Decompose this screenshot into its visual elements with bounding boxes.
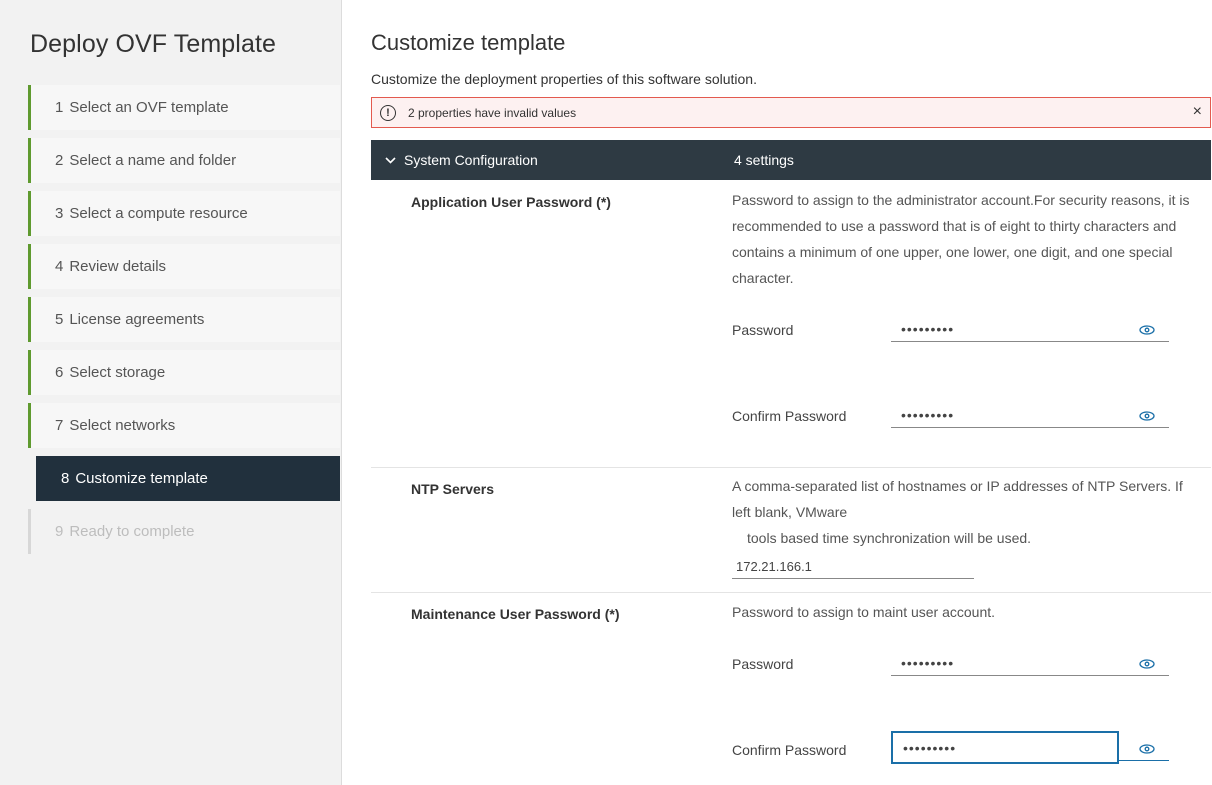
settings-rows: Application User Password (*) Password t… — [371, 180, 1211, 783]
wizard-steps: 1 Select an OVF template 2 Select a name a… — [28, 85, 340, 562]
step-select-compute-resource[interactable]: 3 Select a compute resource — [28, 191, 340, 236]
confirm-password-label: Confirm Password — [732, 408, 847, 424]
step-ready-to-complete: 9 Ready to complete — [28, 509, 340, 554]
focus-underline — [1119, 760, 1169, 761]
alert-text: 2 properties have invalid values — [408, 105, 577, 120]
password-label: Password — [732, 322, 794, 338]
page-subtitle: Customize the deployment properties of t… — [371, 71, 757, 87]
setting-label: Maintenance User Password (*) — [411, 606, 620, 622]
setting-label: NTP Servers — [411, 481, 495, 497]
setting-row-ntp-servers: NTP Servers A comma-separated list of ho… — [371, 468, 1211, 593]
close-icon[interactable]: × — [1193, 103, 1202, 121]
section-settings-count: 4 settings — [734, 152, 794, 168]
eye-icon[interactable] — [1139, 325, 1155, 335]
setting-description: A comma-separated list of hostnames or I… — [732, 478, 1183, 520]
wizard-sidebar: Deploy OVF Template 1 Select an OVF templ… — [0, 0, 342, 785]
section-header-system-configuration[interactable]: System Configuration 4 settings — [371, 140, 1211, 180]
step-license-agreements[interactable]: 5 License agreements — [28, 297, 340, 342]
confirm-password-label: Confirm Password — [732, 742, 847, 758]
maint-confirm-password-input[interactable]: ••••••••• — [891, 731, 1119, 764]
app-confirm-password-input[interactable]: ••••••••• — [891, 402, 1169, 428]
step-select-storage[interactable]: 6 Select storage — [28, 350, 340, 395]
page-title: Customize template — [371, 30, 566, 55]
setting-description: Password to assign to the administrator … — [732, 192, 1190, 286]
section-title: System Configuration — [404, 152, 538, 168]
step-select-name-folder[interactable]: 2 Select a name and folder — [28, 138, 340, 183]
app-password-input[interactable]: ••••••••• — [891, 316, 1169, 342]
maint-password-input[interactable]: ••••••••• — [891, 650, 1169, 676]
eye-icon[interactable] — [1139, 411, 1155, 421]
ntp-servers-input[interactable]: 172.21.166.1 — [732, 555, 974, 579]
setting-label: Application User Password (*) — [411, 194, 611, 210]
step-select-networks[interactable]: 7 Select networks — [28, 403, 340, 448]
exclamation-circle-icon: ! — [380, 104, 396, 121]
error-alert: ! 2 properties have invalid values × — [371, 97, 1211, 128]
eye-icon[interactable] — [1139, 744, 1155, 754]
password-label: Password — [732, 656, 794, 672]
eye-icon[interactable] — [1139, 659, 1155, 669]
setting-description-continued: tools based time synchronization will be… — [747, 530, 1032, 546]
setting-row-app-password: Application User Password (*) Password t… — [371, 180, 1211, 468]
step-select-ovf-template[interactable]: 1 Select an OVF template — [28, 85, 340, 130]
step-review-details[interactable]: 4 Review details — [28, 244, 340, 289]
setting-description: Password to assign to maint user account… — [732, 604, 996, 620]
main-panel: Customize template Customize the deploym… — [342, 0, 1212, 785]
setting-row-maint-password: Maintenance User Password (*) Password t… — [371, 593, 1211, 783]
step-customize-template[interactable]: 8 Customize template — [36, 456, 340, 501]
wizard-title: Deploy OVF Template — [30, 30, 276, 58]
chevron-down-icon — [385, 153, 396, 167]
